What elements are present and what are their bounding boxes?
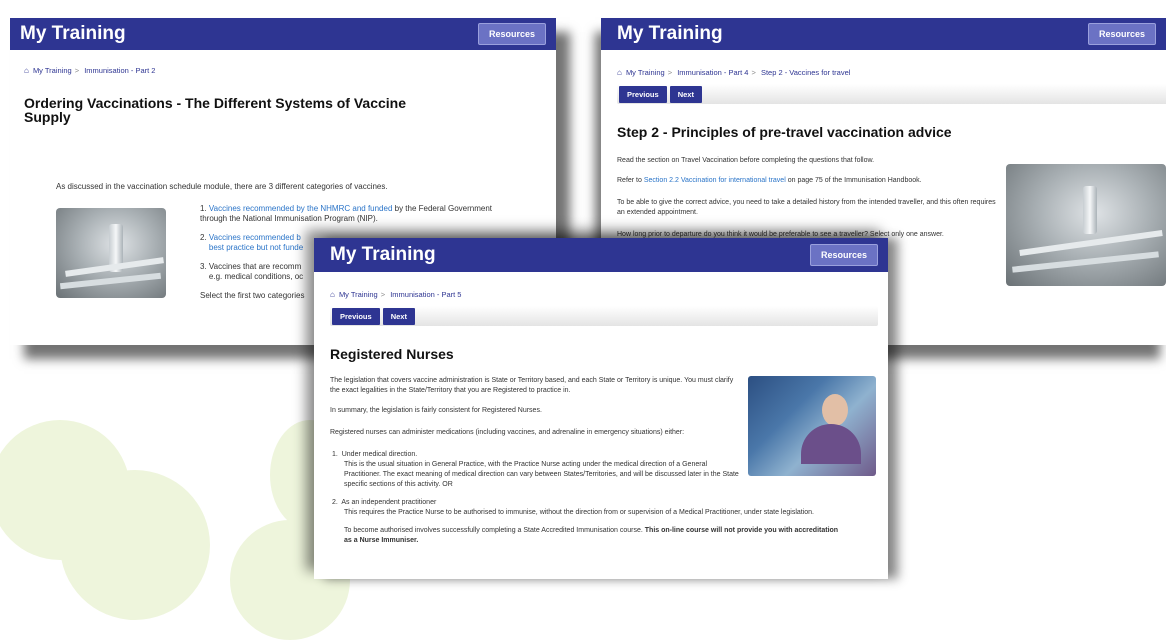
home-icon[interactable]: ⌂ [617,68,622,77]
list-item-title: As an independent practitioner [341,499,437,506]
next-button[interactable]: Next [382,307,415,325]
paragraph: In summary, the legislation is fairly co… [330,407,542,414]
breadcrumb: ⌂ My Training > Immunisation - Part 2 [24,66,156,75]
header-bar: My Training Resources [601,18,1166,50]
page-title: Registered Nurses [330,346,454,362]
breadcrumb-item[interactable]: My Training [339,290,378,299]
closing-note: To become authorised involves successful… [332,526,844,546]
intro-text: As discussed in the vaccination schedule… [56,182,388,191]
list-item-text: Vaccines that are recomm [208,262,302,271]
previous-button[interactable]: Previous [332,307,380,325]
paragraph: Read the section on Travel Vaccination b… [617,157,875,164]
nurse-photo [748,376,876,476]
breadcrumb-item[interactable]: Immunisation - Part 2 [84,66,155,75]
app-title: My Training [617,23,723,44]
breadcrumb-item[interactable]: Step 2 - Vaccines for travel [761,68,850,77]
resources-button[interactable]: Resources [1087,23,1156,45]
link-nhmrc-not-funded-cont[interactable]: best practice but not funde [209,243,303,252]
link-nhmrc-not-funded[interactable]: Vaccines recommended b [209,233,301,242]
header-bar: My Training Resources [10,18,556,50]
page-title: Step 2 - Principles of pre-travel vaccin… [617,124,952,140]
vaccine-photo [56,208,166,298]
previous-button[interactable]: Previous [619,85,667,103]
breadcrumb-item[interactable]: Immunisation - Part 4 [677,68,748,77]
paragraph: The legislation that covers vaccine admi… [330,377,734,394]
paragraph-text: Refer to [617,177,644,184]
paragraph: To be able to give the correct advice, y… [617,199,996,216]
nav-bar: Previous Next [617,84,1166,104]
closing-text: To become authorised involves successful… [344,527,645,534]
decor-circle-2 [60,470,210,620]
paragraph-text: on page 75 of the Immunisation Handbook. [785,177,922,184]
breadcrumb: ⌂ My Training > Immunisation - Part 5 [330,290,462,299]
paragraph: Refer to Section 2.2 Vaccination for int… [617,176,922,186]
vaccine-photo [1006,164,1166,286]
page-title: Ordering Vaccinations - The Different Sy… [24,95,407,125]
list-item-body: This requires the Practice Nurse to be a… [344,509,815,516]
breadcrumb: ⌂ My Training > Immunisation - Part 4 > St… [617,68,851,77]
list-item: 1. Vaccines recommended by the NHMRC and… [200,204,493,223]
list-item: 2. As an independent practitioner This r… [332,498,852,518]
link-nhmrc-funded[interactable]: Vaccines recommended by the NHMRC and fu… [209,204,393,213]
screenshot-card-nurses: My Training Resources ⌂ My Training > Imm… [314,238,888,579]
breadcrumb-item[interactable]: Immunisation - Part 5 [390,290,461,299]
header-bar: My Training Resources [314,238,888,272]
list-item-title: Under medical direction. [341,451,418,458]
list-item-body: This is the usual situation in General P… [344,461,739,488]
resources-button[interactable]: Resources [477,23,546,45]
nav-bar: Previous Next [330,306,878,326]
home-icon[interactable]: ⌂ [24,66,29,75]
resources-button[interactable]: Resources [809,244,878,266]
link-section-2-2[interactable]: Section 2.2 Vaccination for internationa… [644,177,786,184]
breadcrumb-item[interactable]: My Training [33,66,72,75]
breadcrumb-item[interactable]: My Training [626,68,665,77]
list-item-text: e.g. medical conditions, oc [208,272,304,281]
app-title: My Training [20,23,126,44]
home-icon[interactable]: ⌂ [330,290,335,299]
next-button[interactable]: Next [669,85,702,103]
paragraph: Registered nurses can administer medicat… [330,429,685,436]
app-title: My Training [330,244,436,265]
